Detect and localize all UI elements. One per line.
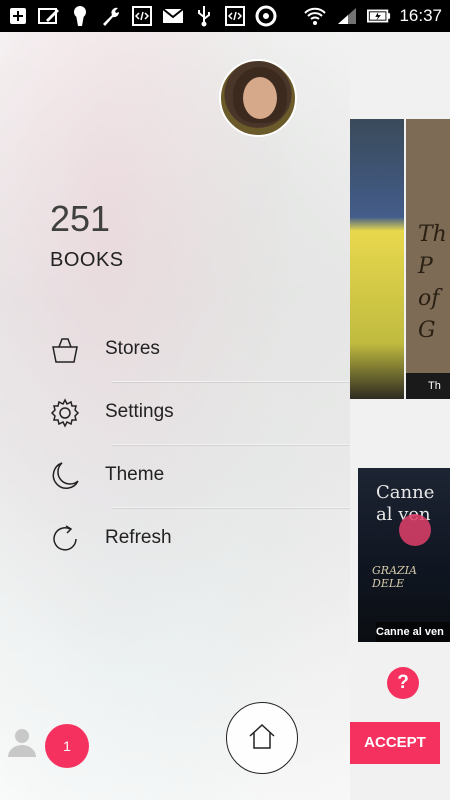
keyhole-icon (68, 4, 92, 28)
signal-icon (335, 4, 359, 28)
menu-item-stores[interactable]: Stores (0, 318, 350, 381)
book-caption: Th (406, 373, 450, 399)
at-icon (254, 4, 278, 28)
book-cover[interactable]: Th P of G Th (406, 119, 450, 399)
navigation-drawer: 251 BOOKS Stores Settings Theme Refresh … (0, 32, 350, 800)
status-bar: 16:37 (0, 0, 450, 32)
user-icon[interactable] (6, 726, 38, 758)
book-count-label: BOOKS (50, 249, 124, 271)
code-icon (223, 4, 247, 28)
usb-icon (192, 4, 216, 28)
notification-badge[interactable]: 1 (45, 724, 89, 768)
system-icons: 16:37 (303, 4, 442, 28)
drawer-menu: Stores Settings Theme Refresh (0, 318, 350, 570)
battery-icon (367, 4, 391, 28)
shopping-bag-icon (50, 335, 80, 365)
avatar-face (243, 77, 277, 119)
book-author: GRAZIA DELE (372, 564, 417, 590)
menu-label: Settings (105, 401, 174, 422)
cloud-icon[interactable] (399, 514, 431, 546)
home-button[interactable] (226, 702, 298, 774)
menu-label: Refresh (105, 527, 172, 548)
code-icon (130, 4, 154, 28)
menu-item-theme[interactable]: Theme (0, 444, 350, 507)
help-button[interactable]: ? (387, 667, 419, 699)
add-icon (6, 4, 30, 28)
clock: 16:37 (399, 6, 442, 25)
menu-item-refresh[interactable]: Refresh (0, 507, 350, 570)
accept-button[interactable]: ACCEPT (350, 722, 440, 764)
menu-label: Theme (105, 464, 165, 485)
refresh-icon (50, 524, 80, 554)
book-title: Th P of G (418, 222, 447, 343)
avatar[interactable] (219, 59, 297, 137)
mail-icon (161, 4, 185, 28)
gear-icon (50, 398, 80, 428)
moon-icon (50, 461, 80, 491)
wrench-icon (99, 4, 123, 28)
home-icon (246, 720, 278, 757)
notification-icons (6, 4, 278, 28)
menu-item-settings[interactable]: Settings (0, 381, 350, 444)
menu-label: Stores (105, 338, 160, 359)
background-content: Th P of G Th Canne al ven GRAZIA DELE Ca… (350, 32, 450, 800)
book-cover[interactable] (350, 119, 404, 399)
wifi-icon (303, 4, 327, 28)
edit-icon (37, 4, 61, 28)
book-count: 251 (50, 198, 111, 239)
book-caption: Canne al ven (376, 622, 450, 642)
book-cover[interactable]: Canne al ven GRAZIA DELE Canne al ven (358, 468, 450, 642)
